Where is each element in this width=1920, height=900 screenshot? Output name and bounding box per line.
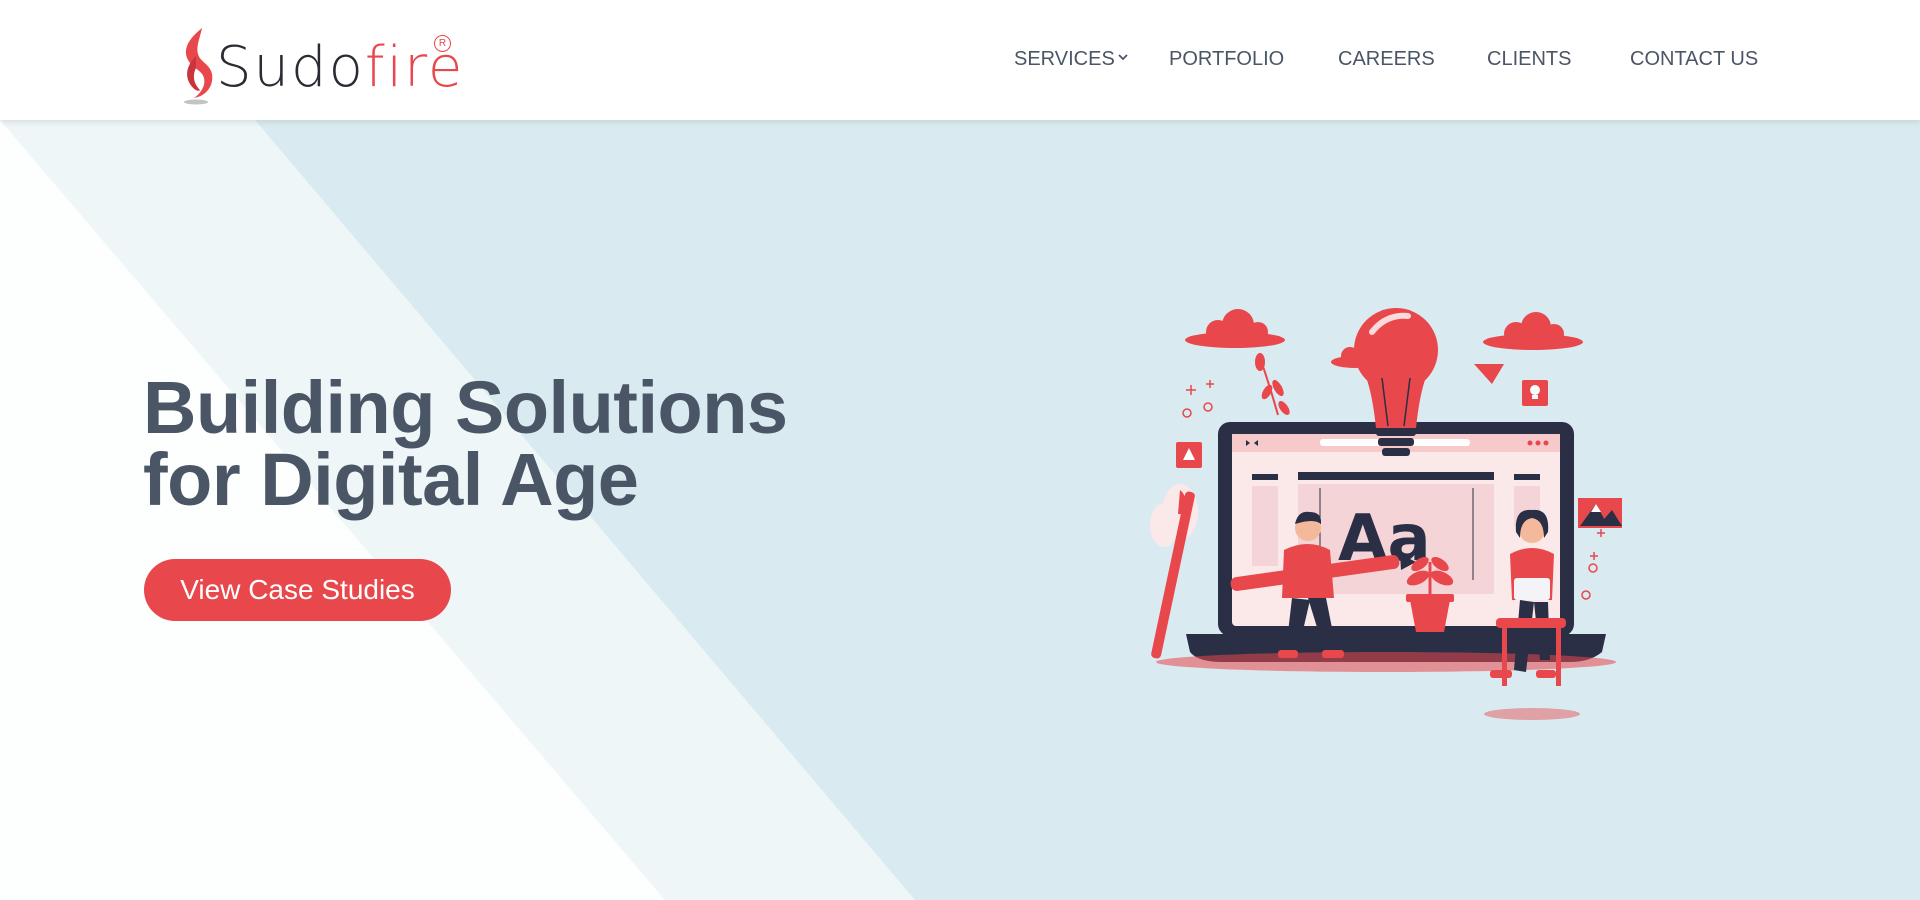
leaf-branch-decoration	[1255, 353, 1290, 416]
nav-careers[interactable]: CAREERS	[1338, 48, 1435, 71]
cloud-icon	[1483, 312, 1583, 350]
logo-wordmark: Sudofire	[216, 35, 465, 100]
nav-services[interactable]: SERVICES	[1014, 48, 1115, 71]
mountain-image-icon	[1578, 498, 1622, 528]
chevron-down-icon[interactable]	[1118, 53, 1128, 61]
triangle-decoration	[1474, 364, 1504, 384]
nav-contact-us[interactable]: CONTACT US	[1630, 48, 1758, 71]
nav-clients[interactable]: CLIENTS	[1487, 48, 1571, 71]
main-nav: SERVICES PORTFOLIO CAREERS CLIENTS CONTA…	[1000, 0, 1760, 120]
nav-portfolio[interactable]: PORTFOLIO	[1169, 48, 1284, 71]
pen-tool-icon	[1176, 442, 1202, 468]
site-header: Sudofire R SERVICES PORTFOLIO CAREERS CL…	[0, 0, 1920, 120]
view-case-studies-button[interactable]: View Case Studies	[144, 559, 451, 621]
hero-title-line-1: Building Solutions	[143, 366, 788, 449]
paintbrush-icon	[1150, 484, 1198, 659]
hero-title-line-2: for Digital Age	[143, 438, 639, 521]
flame-icon	[184, 28, 213, 105]
registered-mark: R	[434, 35, 451, 52]
sudofire-logo[interactable]: Sudofire R	[176, 26, 476, 106]
lightbulb-badge-icon	[1522, 380, 1548, 406]
hero-illustration: Aa	[1150, 308, 1622, 720]
hero-title: Building Solutions for Digital Age	[143, 366, 843, 521]
cloud-icon	[1185, 309, 1285, 348]
